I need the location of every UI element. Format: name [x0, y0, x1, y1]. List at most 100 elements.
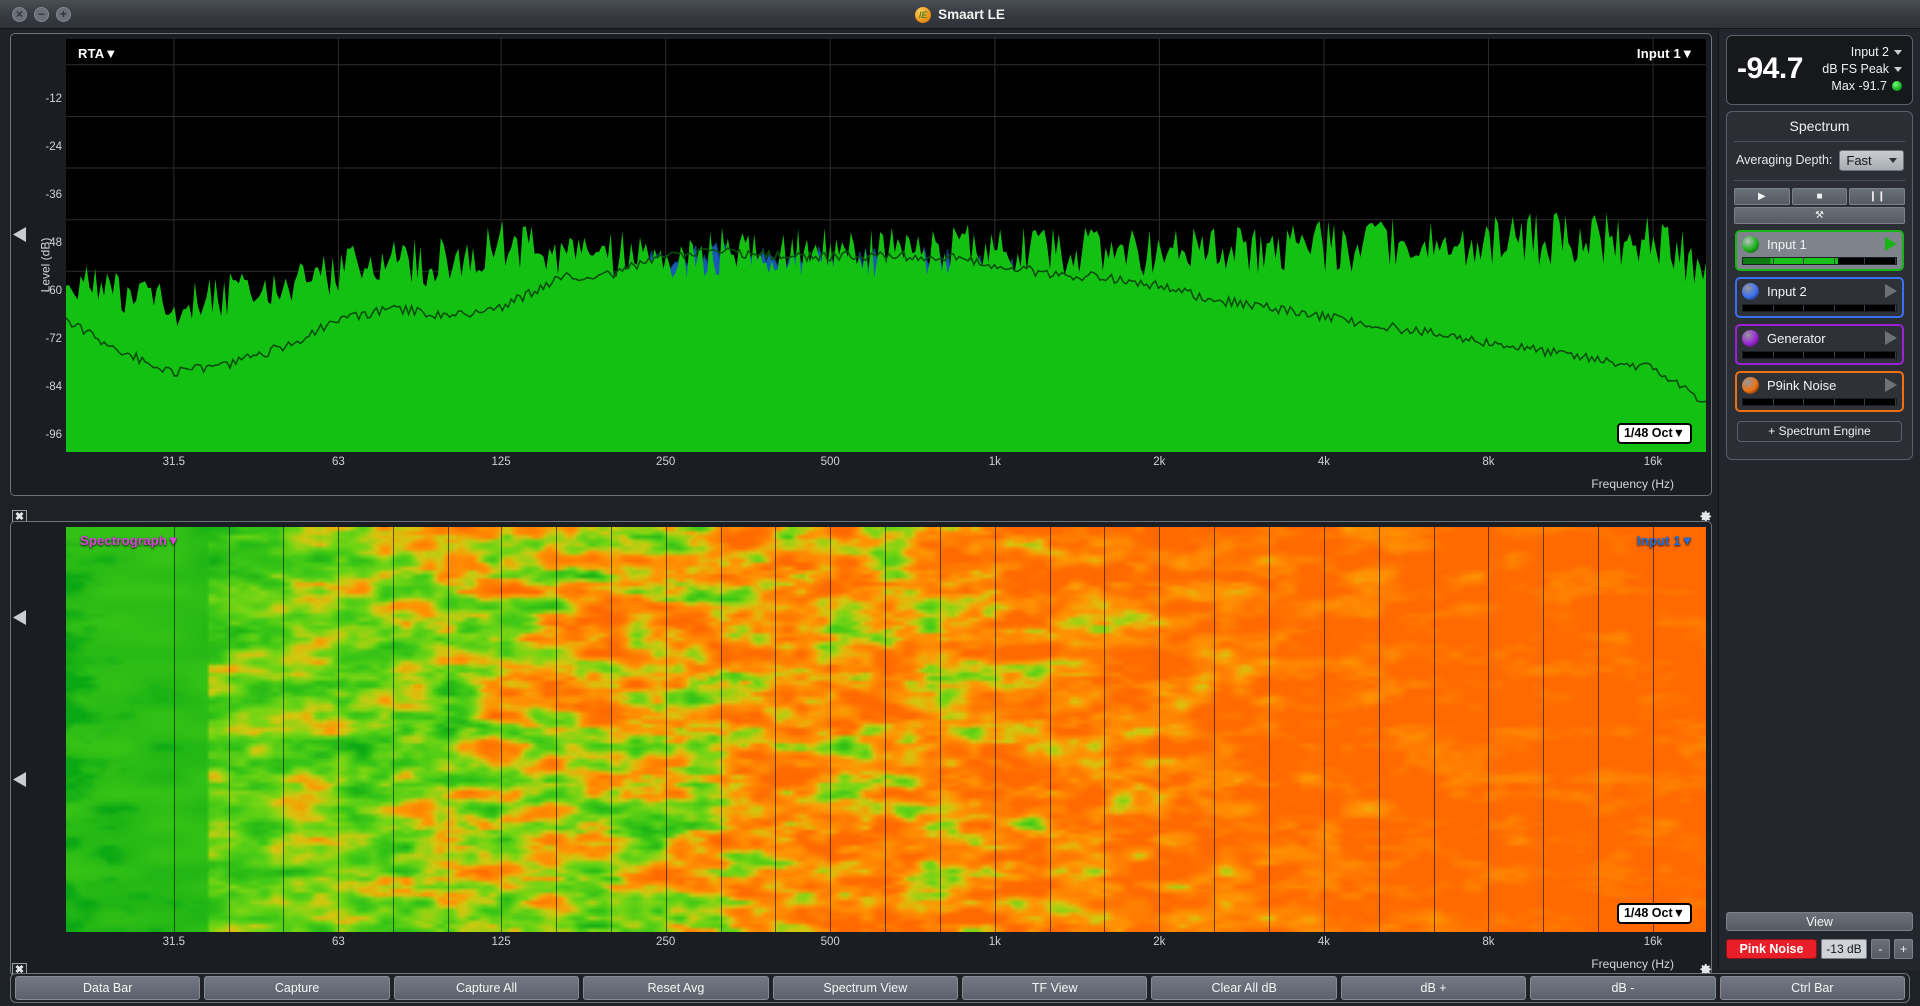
spectrum-controls-panel: Spectrum Averaging Depth: Fast ▶ ■ ❙❙ ⚒ …	[1726, 110, 1913, 460]
channel-item-p9ink-noise[interactable]: P9ink Noise	[1735, 370, 1904, 412]
channel-level-meter	[1742, 303, 1897, 312]
channel-play-icon[interactable]	[1885, 237, 1897, 252]
spectrograph-source-dropdown[interactable]: Input 1▼	[1637, 533, 1694, 548]
spectrograph-lower-slider[interactable]	[13, 772, 26, 787]
averaging-depth-label: Averaging Depth:	[1736, 153, 1833, 168]
toolbar-button-spectrum-view[interactable]: Spectrum View	[772, 976, 959, 1000]
channel-row: Input 1	[1742, 235, 1897, 253]
channel-item-generator[interactable]: Generator	[1735, 323, 1904, 365]
pink-noise-button[interactable]: Pink Noise	[1726, 939, 1817, 959]
spectrograph-title-dropdown[interactable]: Spectrograph▼	[80, 533, 180, 548]
rta-ytick: -72	[45, 333, 62, 345]
pause-button[interactable]: ❙❙	[1849, 187, 1906, 205]
spectrograph-gridline	[665, 527, 667, 932]
x-axis-tick: 2k	[1153, 456, 1166, 468]
x-axis-tick: 63	[332, 936, 345, 948]
toolbar-button-ctrl-bar[interactable]: Ctrl Bar	[1719, 976, 1906, 1000]
level-meter-panel: -94.7 Input 2 dB FS Peak Max -91.7	[1726, 35, 1913, 105]
maximize-window-button[interactable]: +	[56, 6, 71, 22]
pink-noise-level-value[interactable]: -13 dB	[1821, 939, 1867, 959]
rta-level-slider[interactable]	[13, 227, 26, 242]
spectrograph-gridline	[994, 527, 996, 932]
channel-label: Input 2	[1767, 283, 1807, 299]
spectrograph-gridline	[1104, 527, 1106, 932]
meter-details: Input 2 dB FS Peak Max -91.7	[1822, 44, 1902, 95]
x-axis-tick: 500	[820, 936, 840, 948]
spectrograph-gridline	[1598, 527, 1600, 932]
spectrograph-gridline	[939, 527, 941, 932]
spectrograph-gridline	[501, 527, 503, 932]
rta-graph-canvas[interactable]: RTA▼ Input 1▼ 1/48 Oct▼	[66, 39, 1706, 452]
title-bar: × − + lE Smaart LE	[0, 0, 1920, 29]
x-axis-tick: 125	[491, 936, 511, 948]
add-spectrum-engine-button[interactable]: + Spectrum Engine	[1737, 420, 1902, 442]
spectrograph-y-axis	[13, 525, 66, 972]
spectrograph-gridline	[1323, 527, 1325, 932]
stop-button[interactable]: ■	[1791, 187, 1848, 205]
rta-x-axis: 31.5 63 125 250 500 1k 2k 4k 8k 16k Frequency (Hz…	[14, 454, 1708, 492]
close-window-button[interactable]: ×	[12, 6, 27, 22]
averaging-depth-select[interactable]: Fast	[1839, 149, 1904, 171]
channel-play-icon[interactable]	[1885, 284, 1897, 299]
spectrograph-gridline	[1049, 527, 1051, 932]
spectrograph-canvas[interactable]: Spectrograph▼ Input 1▼ 1/48 Oct▼	[66, 527, 1706, 932]
spectrograph-gridline	[448, 527, 450, 932]
x-axis-tick: 1k	[988, 936, 1001, 948]
view-button[interactable]: View	[1726, 912, 1913, 931]
averaging-depth-row: Averaging Depth: Fast	[1727, 142, 1912, 180]
channel-item-input-2[interactable]: Input 2	[1735, 276, 1904, 318]
rta-ytick: -96	[45, 429, 62, 441]
x-axis-tick: 16k	[1643, 936, 1663, 948]
play-button[interactable]: ▶	[1734, 187, 1790, 205]
x-axis-tick: 63	[332, 456, 345, 468]
toolbar-button-tf-view[interactable]: TF View	[962, 976, 1148, 1000]
spectrograph-plot: Spectrograph▼ Input 1▼ 1/48 Oct▼ 31.5 63 1…	[13, 525, 1708, 972]
spectrograph-gridline	[1268, 527, 1270, 932]
spectrograph-panel: Spectrograph▼ Input 1▼ 1/48 Oct▼ 31.5 63 1…	[10, 521, 1712, 976]
meter-max-row: Max -91.7	[1822, 78, 1902, 95]
app-window: × − + lE Smaart LE Level (dB) -12 -24 -3…	[0, 0, 1920, 1006]
spectrograph-upper-slider[interactable]	[13, 610, 26, 625]
spectrograph-gridline	[830, 527, 832, 932]
title-center: lE Smaart LE	[0, 0, 1920, 29]
channel-level-meter	[1742, 350, 1897, 359]
channel-color-icon	[1742, 282, 1759, 300]
rta-ytick: -36	[45, 189, 62, 201]
channel-color-icon	[1742, 376, 1759, 394]
rta-resolution-dropdown[interactable]: 1/48 Oct▼	[1616, 422, 1692, 444]
channel-play-icon[interactable]	[1885, 331, 1897, 346]
toolbar-button-db[interactable]: dB -	[1530, 976, 1716, 1000]
toolbar-button-clear-all-db[interactable]: Clear All dB	[1151, 976, 1337, 1000]
transport-controls: ▶ ■ ❙❙	[1727, 181, 1912, 205]
spectrum-tools-button[interactable]: ⚒	[1734, 206, 1905, 224]
x-axis-tick: 16k	[1643, 456, 1663, 468]
toolbar-button-capture[interactable]: Capture	[204, 976, 390, 1000]
x-axis-tick: 31.5	[162, 936, 186, 948]
channel-label: Generator	[1767, 330, 1826, 346]
rta-panel: Level (dB) -12 -24 -36 -48 -60 -72 -84 -…	[10, 33, 1712, 496]
toolbar-button-capture-all[interactable]: Capture All	[393, 976, 580, 1000]
x-axis-tick: 125	[491, 456, 511, 468]
channel-row: Generator	[1742, 329, 1897, 347]
pink-noise-decrement-button[interactable]: -	[1871, 939, 1890, 959]
minimize-window-button[interactable]: −	[34, 6, 49, 22]
toolbar-button-reset-avg[interactable]: Reset Avg	[583, 976, 769, 1000]
bottom-toolbar: Data Bar Capture Capture All Reset Avg Spect…	[10, 973, 1910, 1003]
spectrograph-resolution-dropdown[interactable]: 1/48 Oct▼	[1616, 902, 1692, 924]
pink-noise-increment-button[interactable]: +	[1894, 939, 1913, 959]
spectrograph-gridline	[555, 527, 557, 932]
spectrograph-gridline	[173, 527, 175, 932]
toolbar-button-db[interactable]: dB +	[1340, 976, 1527, 1000]
spectrograph-gridline	[775, 527, 777, 932]
meter-unit-dropdown[interactable]: dB FS Peak	[1822, 61, 1902, 78]
rta-source-dropdown[interactable]: Input 1▼	[1637, 46, 1694, 61]
x-axis-tick: 500	[820, 456, 840, 468]
channel-play-icon[interactable]	[1885, 378, 1897, 393]
rta-y-axis: Level (dB) -12 -24 -36 -48 -60 -72 -84 -…	[13, 37, 66, 492]
channel-level-meter	[1742, 397, 1897, 406]
toolbar-button-data-bar[interactable]: Data Bar	[15, 976, 201, 1000]
chevron-down-icon	[1889, 157, 1897, 163]
meter-source-dropdown[interactable]: Input 2	[1822, 44, 1902, 61]
rta-title-dropdown[interactable]: RTA▼	[78, 46, 117, 61]
channel-item-input-1[interactable]: Input 1	[1735, 229, 1904, 271]
